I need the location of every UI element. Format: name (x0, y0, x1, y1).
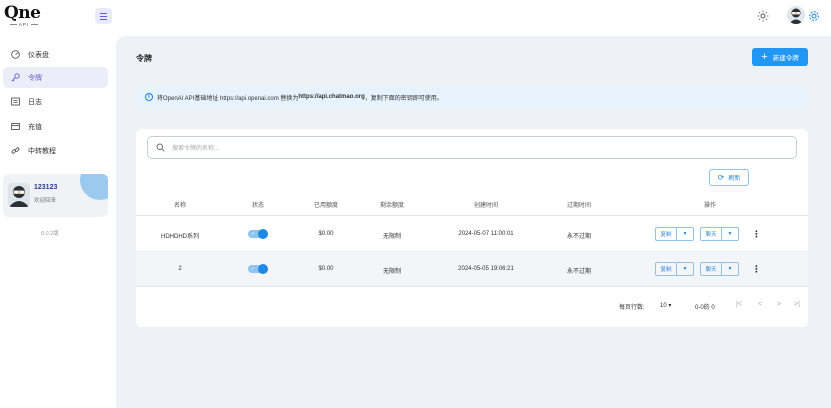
card-decoration (80, 174, 108, 200)
link-icon (10, 146, 20, 156)
alert-highlight: https://api.chatmao.org (298, 94, 365, 100)
app-logo[interactable]: Qne API (4, 4, 44, 30)
column-header[interactable]: 过期时间 (567, 200, 591, 209)
chat-split-button: 聊天 ▼ (700, 262, 739, 276)
expire-time: 永不过期 (566, 269, 592, 275)
alert-suffix: ，复制下面的密钥即可使用。 (364, 95, 443, 102)
column-header[interactable]: 已用额度 (314, 200, 338, 209)
table-row: 2 ✓ $0.00 无限制 2024-05-05 19:06:21 永不过期 复… (136, 252, 808, 287)
page-range: 0-0的 0 (695, 305, 715, 311)
prev-page-icon[interactable]: < (755, 300, 765, 310)
status-toggle[interactable]: ✓ (248, 264, 268, 274)
chat-button[interactable]: 聊天 (700, 227, 721, 241)
used-quota: $0.00 (318, 266, 334, 272)
sidebar-item-dashboard[interactable]: 仪表盘 (3, 44, 108, 65)
chevron-down-icon[interactable]: ▼ (721, 262, 739, 276)
used-quota: $0.00 (318, 231, 334, 237)
info-alert: i 将OpenAI API基础地址 https://api.openai.com… (136, 86, 808, 108)
sidebar-item-label: 中转教程 (28, 147, 56, 155)
sidebar-item-tokens[interactable]: 令牌 (3, 67, 108, 88)
remaining-quota: 无限制 (382, 269, 402, 275)
wallet-icon (10, 122, 20, 132)
logo-text: Qne (4, 3, 41, 23)
sidebar-item-label: 令牌 (28, 74, 42, 82)
search-icon (156, 143, 166, 153)
info-icon: i (145, 93, 153, 101)
refresh-icon: ⟳ (717, 173, 725, 182)
rows-per-page-select[interactable]: 10 ▾ (660, 302, 671, 309)
sidebar-item-label: 仪表盘 (28, 51, 49, 59)
tokens-card: 搜索令牌的名称... ⟳ 刷新 名称 状态 已用额度 剩余额度 创建时间 过期时… (136, 129, 808, 327)
created-time: 2024-05-05 19:06:21 (458, 266, 514, 272)
created-time: 2024-05-07 11:00:01 (458, 231, 514, 237)
sun-icon[interactable] (757, 10, 769, 22)
user-avatar-button[interactable] (787, 6, 805, 24)
version-label: 0.0.2版 (41, 231, 59, 237)
sidebar-item-recharge[interactable]: 充值 (3, 116, 108, 137)
check-icon: ✓ (251, 266, 256, 272)
column-header[interactable]: 创建时间 (474, 200, 498, 209)
next-page-icon[interactable]: > (774, 300, 784, 310)
sidebar-item-logs[interactable]: 日志 (3, 91, 108, 112)
expire-time: 永不过期 (566, 234, 592, 240)
log-icon (10, 97, 20, 107)
refresh-button[interactable]: ⟳ 刷新 (709, 169, 749, 186)
sidebar-item-tutorial[interactable]: 中转教程 (3, 140, 108, 161)
new-token-button[interactable]: + 新建令牌 (752, 48, 808, 66)
sidebar: 仪表盘 令牌 日志 充值 中转教程 123123 欢迎回来 0.0.2版 (0, 36, 116, 408)
column-header[interactable]: 状态 (252, 200, 264, 209)
chevron-down-icon[interactable]: ▼ (721, 227, 739, 241)
menu-icon (100, 13, 107, 14)
page-title: 令牌 (136, 54, 152, 63)
gear-icon[interactable] (808, 10, 820, 22)
user-name: 123123 (34, 184, 58, 191)
dashboard-icon (10, 50, 20, 60)
check-icon: ✓ (251, 231, 256, 237)
copy-split-button: 复制 ▼ (655, 227, 694, 241)
user-card[interactable]: 123123 欢迎回来 (3, 174, 108, 217)
pagination: 每页行数: 10 ▾ 0-0的 0 |< < > >| (136, 297, 808, 315)
search-placeholder: 搜索令牌的名称... (172, 146, 220, 152)
chat-split-button: 聊天 ▼ (700, 227, 739, 241)
more-vert-icon[interactable]: ⋮ (752, 227, 761, 241)
rows-per-page-label: 每页行数: (619, 305, 645, 311)
last-page-icon[interactable]: >| (792, 300, 802, 310)
more-vert-icon[interactable]: ⋮ (752, 262, 761, 276)
token-name: 2 (178, 266, 182, 272)
column-header: 操作 (703, 203, 717, 209)
remaining-quota: 无限制 (382, 234, 402, 240)
new-token-label: 新建令牌 (772, 55, 799, 62)
plus-icon: + (761, 51, 768, 63)
user-subtitle: 欢迎回来 (34, 198, 57, 204)
chevron-down-icon[interactable]: ▼ (676, 262, 694, 276)
token-name: HDHDHD系列 (161, 234, 199, 240)
avatar (8, 183, 30, 207)
refresh-label: 刷新 (728, 176, 741, 182)
key-icon (10, 73, 20, 83)
logo-subtitle: API (4, 22, 44, 28)
status-toggle[interactable]: ✓ (248, 229, 268, 239)
copy-split-button: 复制 ▼ (655, 262, 694, 276)
main-content: 令牌 + 新建令牌 i 将OpenAI API基础地址 https://api.… (116, 36, 831, 408)
copy-button[interactable]: 复制 (655, 227, 676, 241)
alert-prefix: 将OpenAI API基础地址 https://api.openai.com 替… (157, 95, 299, 102)
table-header: 名称 状态 已用额度 剩余额度 创建时间 过期时间 操作 (136, 191, 808, 216)
sidebar-item-label: 充值 (28, 123, 42, 131)
menu-toggle-button[interactable] (95, 8, 112, 24)
chevron-down-icon[interactable]: ▼ (676, 227, 694, 241)
search-input[interactable]: 搜索令牌的名称... (147, 136, 797, 159)
top-header: Qne API (0, 0, 831, 36)
sidebar-item-label: 日志 (28, 98, 42, 106)
chat-button[interactable]: 聊天 (700, 262, 721, 276)
first-page-icon[interactable]: |< (734, 300, 744, 310)
table-row: HDHDHD系列 ✓ $0.00 无限制 2024-05-07 11:00:01… (136, 217, 808, 252)
copy-button[interactable]: 复制 (655, 262, 676, 276)
column-header[interactable]: 剩余额度 (380, 200, 404, 209)
column-header[interactable]: 名称 (174, 200, 186, 209)
